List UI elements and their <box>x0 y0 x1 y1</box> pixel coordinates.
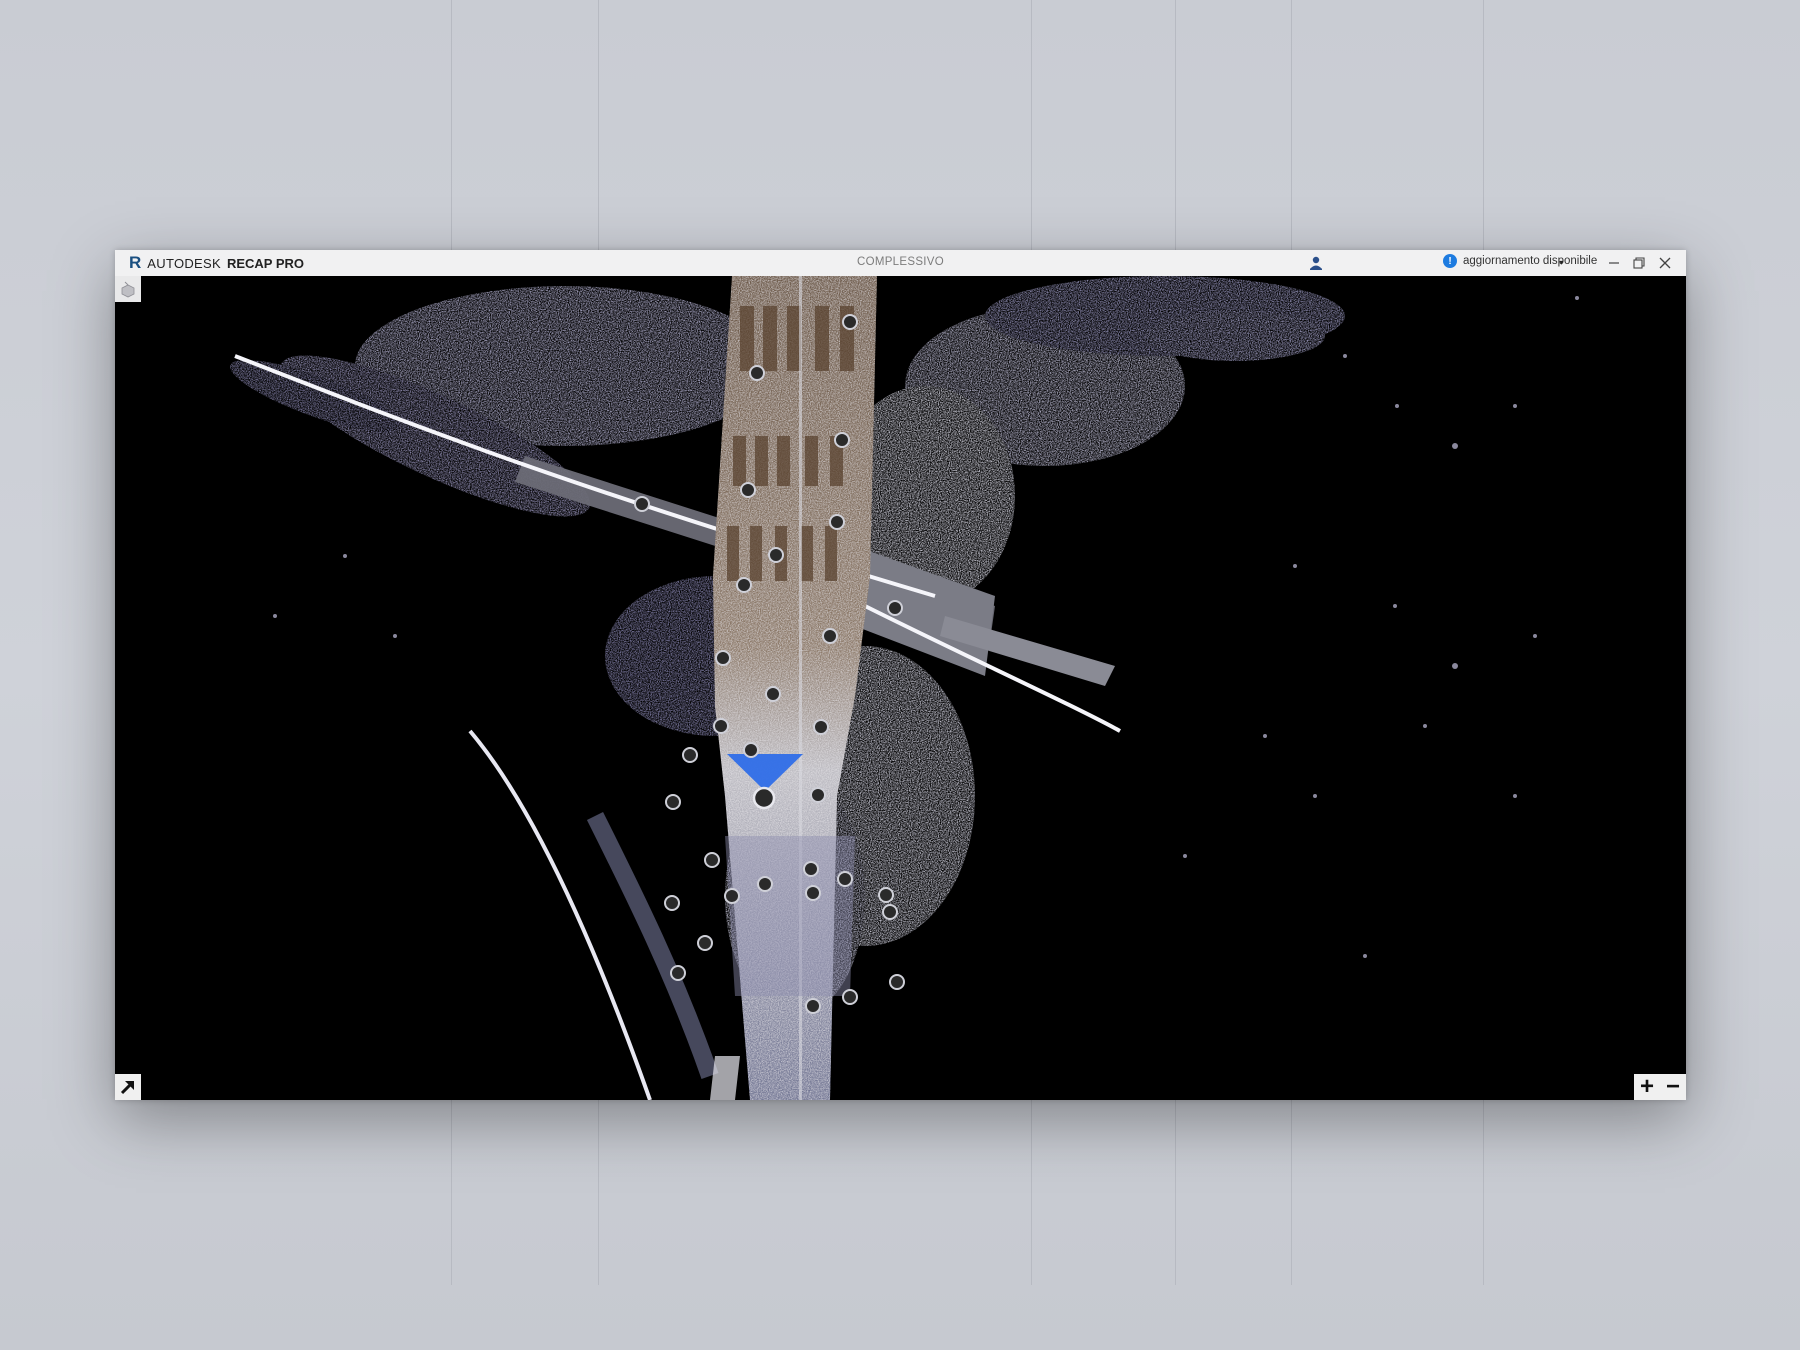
scan-marker <box>740 482 756 498</box>
scan-marker <box>805 885 821 901</box>
user-icon[interactable] <box>1307 254 1325 272</box>
scan-marker <box>889 974 905 990</box>
close-button[interactable] <box>1655 253 1675 273</box>
point-cloud-viewport[interactable] <box>115 276 1686 1100</box>
navigation-cube-icon <box>121 281 135 298</box>
scan-marker <box>724 888 740 904</box>
close-icon <box>1659 257 1671 269</box>
scan-marker <box>768 547 784 563</box>
app-window: R AUTODESK RECAP PRO COMPLESSIVO ! aggio… <box>115 250 1686 1100</box>
scan-marker <box>697 935 713 951</box>
restore-button[interactable] <box>1629 253 1649 273</box>
zoom-out-button[interactable]: − <box>1661 1075 1685 1099</box>
scan-marker <box>834 432 850 448</box>
restore-icon <box>1633 257 1645 269</box>
scan-marker <box>713 718 729 734</box>
title-bar: R AUTODESK RECAP PRO COMPLESSIVO ! aggio… <box>115 250 1686 276</box>
scan-marker <box>842 989 858 1005</box>
expand-button[interactable] <box>115 1074 141 1100</box>
scan-marker <box>682 747 698 763</box>
scan-marker <box>842 314 858 330</box>
scan-marker <box>665 794 681 810</box>
brand: R AUTODESK RECAP PRO <box>129 253 304 273</box>
navigation-cube[interactable] <box>115 276 141 302</box>
minimize-button[interactable] <box>1604 253 1624 273</box>
scan-marker <box>757 876 773 892</box>
point-cloud-render <box>230 276 1579 1100</box>
scan-marker <box>749 365 765 381</box>
scan-marker <box>634 496 650 512</box>
scan-marker <box>813 719 829 735</box>
scan-marker <box>736 577 752 593</box>
brand-name: AUTODESK <box>147 255 221 271</box>
scan-marker <box>765 686 781 702</box>
scan-marker <box>664 895 680 911</box>
update-text: aggiornamento disponibile <box>1463 255 1598 267</box>
scan-marker <box>743 742 759 758</box>
scan-marker <box>704 852 720 868</box>
scan-marker <box>878 887 894 903</box>
scan-marker-selected <box>752 786 776 810</box>
scan-marker <box>715 650 731 666</box>
scan-marker <box>829 514 845 530</box>
scan-marker <box>837 871 853 887</box>
update-notification[interactable]: ! aggiornamento disponibile ▾ <box>1443 254 1601 268</box>
scan-marker <box>810 787 826 803</box>
recap-logo-icon: R <box>129 253 142 272</box>
expand-arrow-icon <box>120 1080 135 1095</box>
scan-marker <box>670 965 686 981</box>
scan-marker <box>822 628 838 644</box>
brand-product: RECAP PRO <box>226 255 305 271</box>
chevron-down-icon: ▾ <box>1559 257 1564 267</box>
zoom-controls: + − <box>1634 1074 1686 1100</box>
minimize-icon <box>1609 262 1619 264</box>
scan-marker <box>805 998 821 1014</box>
info-icon: ! <box>1443 254 1457 268</box>
scan-marker <box>882 904 898 920</box>
zoom-in-button[interactable]: + <box>1635 1075 1659 1099</box>
scan-marker <box>803 861 819 877</box>
scan-marker <box>887 600 903 616</box>
